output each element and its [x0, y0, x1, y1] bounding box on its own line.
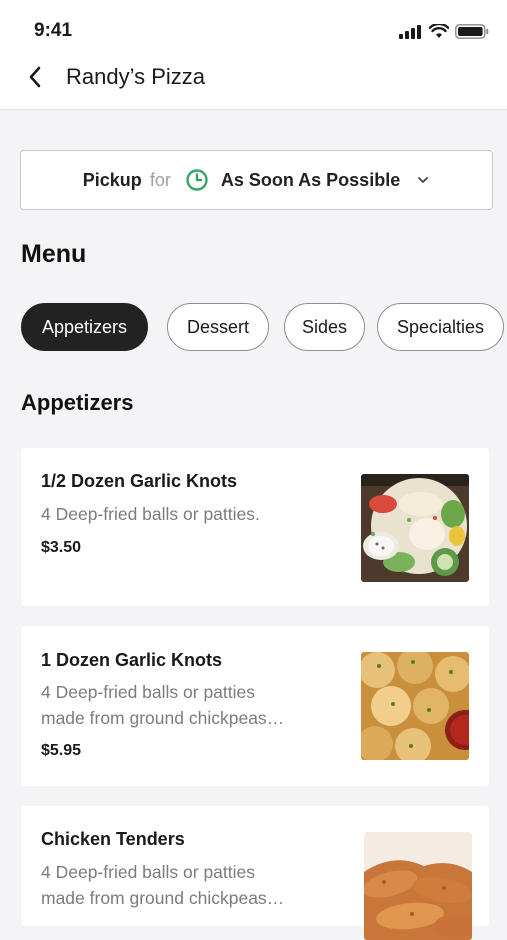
category-chip-sides[interactable]: Sides: [284, 303, 365, 351]
menu-item-card[interactable]: Chicken Tenders 4 Deep-fried balls or pa…: [21, 806, 489, 940]
item-image-garlic-knots: [361, 652, 469, 760]
category-chip-specialties[interactable]: Specialties: [377, 303, 504, 351]
app-header: 9:41 Randy’s Pizza: [0, 0, 507, 110]
order-mode-label: Pickup: [82, 169, 142, 190]
clock-icon: [186, 169, 208, 191]
cellular-signal-icon: [399, 24, 421, 39]
item-name: 1 Dozen Garlic Knots: [41, 650, 223, 670]
page-title: Randy’s Pizza: [66, 64, 205, 89]
item-description-line: made from ground chickpeas…: [41, 888, 285, 908]
order-connector-label: for: [149, 169, 171, 190]
menu-item-card[interactable]: 1 Dozen Garlic Knots 4 Deep-fried balls …: [21, 626, 489, 786]
status-bar: 9:41: [0, 0, 507, 54]
menu-item-card[interactable]: 1/2 Dozen Garlic Knots 4 Deep-fried ball…: [21, 448, 489, 606]
item-image-chicken-tenders: [364, 832, 472, 940]
item-name: Chicken Tenders: [41, 829, 185, 849]
wifi-icon: [429, 24, 449, 38]
category-chip-dessert[interactable]: Dessert: [167, 303, 269, 351]
chevron-down-icon: [418, 177, 429, 183]
item-price: $3.50: [41, 539, 82, 556]
nav-bar: Randy’s Pizza: [0, 54, 507, 102]
pickup-time-selector[interactable]: Pickup for As Soon As Possible: [20, 150, 493, 210]
order-time-label: As Soon As Possible: [220, 169, 401, 190]
item-description: 4 Deep-fried balls or patties.: [41, 504, 260, 524]
item-price: $5.95: [41, 742, 82, 759]
item-description-line: made from ground chickpeas…: [41, 708, 285, 728]
back-button[interactable]: [20, 62, 50, 92]
menu-heading: Menu: [21, 240, 87, 268]
category-chip-appetizers[interactable]: Appetizers: [21, 303, 148, 351]
status-time: 9:41: [34, 20, 73, 41]
item-description-line: 4 Deep-fried balls or patties: [41, 682, 255, 702]
chevron-left-icon: [29, 66, 41, 88]
status-icons: [399, 24, 489, 39]
section-heading: Appetizers: [21, 390, 134, 415]
battery-icon: [455, 24, 489, 39]
item-name: 1/2 Dozen Garlic Knots: [41, 471, 238, 491]
item-image-salad: [361, 474, 469, 582]
item-description-line: 4 Deep-fried balls or patties: [41, 862, 255, 882]
